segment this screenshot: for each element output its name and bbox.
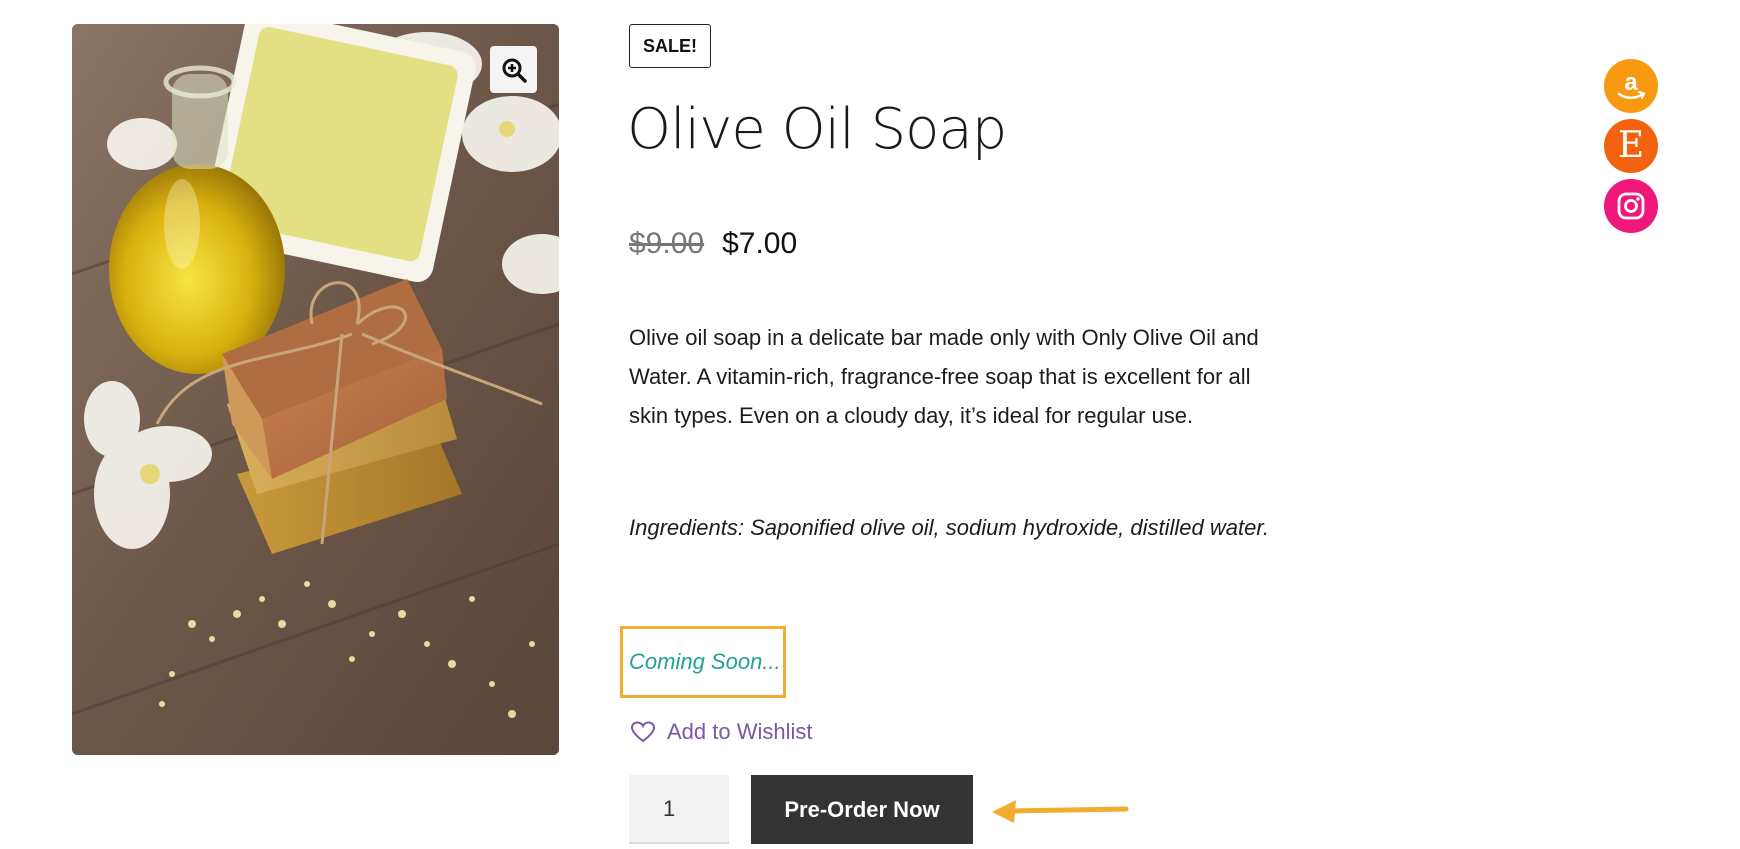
etsy-icon: E: [1617, 125, 1645, 166]
instagram-icon: [1617, 192, 1645, 220]
product-image[interactable]: [72, 24, 559, 755]
social-links: a E: [1604, 59, 1658, 233]
sale-price: $7.00: [722, 227, 798, 260]
product-description: Olive oil soap in a delicate bar made on…: [629, 325, 1259, 428]
amazon-icon: a: [1617, 69, 1646, 99]
amazon-link[interactable]: a: [1604, 59, 1658, 113]
pre-order-button[interactable]: Pre-Order Now: [751, 775, 973, 844]
zoom-in-icon: [502, 58, 527, 83]
wishlist-label: Add to Wishlist: [667, 719, 813, 744]
sale-badge: SALE!: [629, 24, 711, 68]
original-price: $9.00: [629, 227, 705, 260]
product-title: Olive Oil Soap: [627, 97, 1007, 162]
olive-oil-soap-photo: [72, 24, 559, 755]
heart-icon: [631, 721, 655, 743]
arrow-annotation-icon: [992, 800, 1129, 823]
etsy-link[interactable]: E: [1604, 119, 1658, 173]
quantity-input[interactable]: [629, 775, 729, 844]
instagram-link[interactable]: [1604, 179, 1658, 233]
availability-status: Coming Soon...: [629, 649, 781, 674]
add-to-wishlist-link[interactable]: Add to Wishlist: [631, 716, 813, 748]
product-ingredients: Ingredients: Saponified olive oil, sodiu…: [629, 515, 1269, 540]
svg-text:a: a: [1624, 69, 1638, 96]
zoom-button[interactable]: [490, 46, 537, 93]
price: $9.00 $7.00: [629, 220, 797, 268]
